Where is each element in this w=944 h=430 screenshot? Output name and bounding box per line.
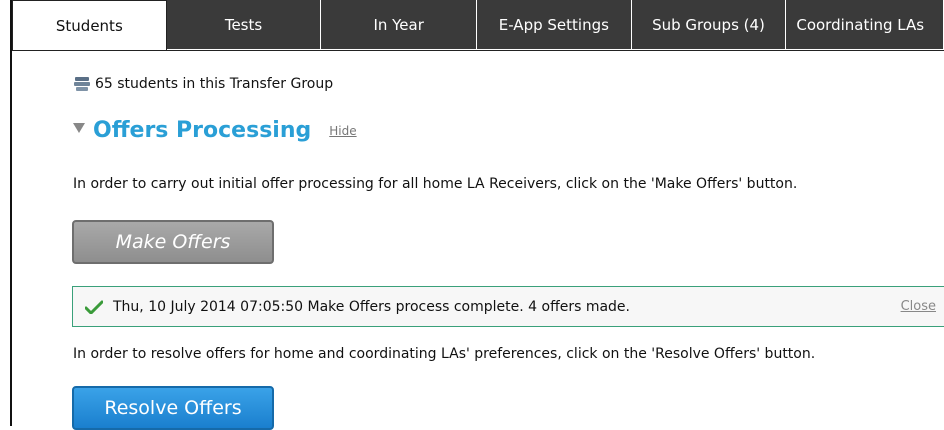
close-link[interactable]: Close [901,299,936,314]
tab-tests[interactable]: Tests [166,0,322,49]
tab-students[interactable]: Students [12,0,167,50]
checkmark-icon [85,300,103,314]
students-icon [74,77,90,91]
make-offers-instruction: In order to carry out initial offer proc… [73,176,798,192]
content-frame [10,0,944,426]
collapse-triangle-icon[interactable] [73,122,85,133]
success-notice: Thu, 10 July 2014 07:05:50 Make Offers p… [72,286,944,327]
make-offers-button[interactable]: Make Offers [72,220,274,264]
hide-link[interactable]: Hide [329,124,356,138]
offers-section-header: Offers Processing Hide [73,118,357,143]
notice-message: Thu, 10 July 2014 07:05:50 Make Offers p… [113,298,630,315]
resolve-offers-instruction: In order to resolve offers for home and … [73,346,816,362]
student-count-row: 65 students in this Transfer Group [73,76,333,92]
section-title: Offers Processing [93,118,312,143]
tab-e-app-settings[interactable]: E-App Settings [477,0,632,49]
tab-sub-groups[interactable]: Sub Groups (4) [631,0,787,49]
student-count-text: 65 students in this Transfer Group [95,76,334,92]
resolve-offers-button[interactable]: Resolve Offers [72,386,274,430]
tab-bar: Students Tests In Year E-App Settings Su… [12,0,944,51]
tab-coordinating-las[interactable]: Coordinating LAs [786,0,944,49]
tab-in-year[interactable]: In Year [321,0,477,49]
